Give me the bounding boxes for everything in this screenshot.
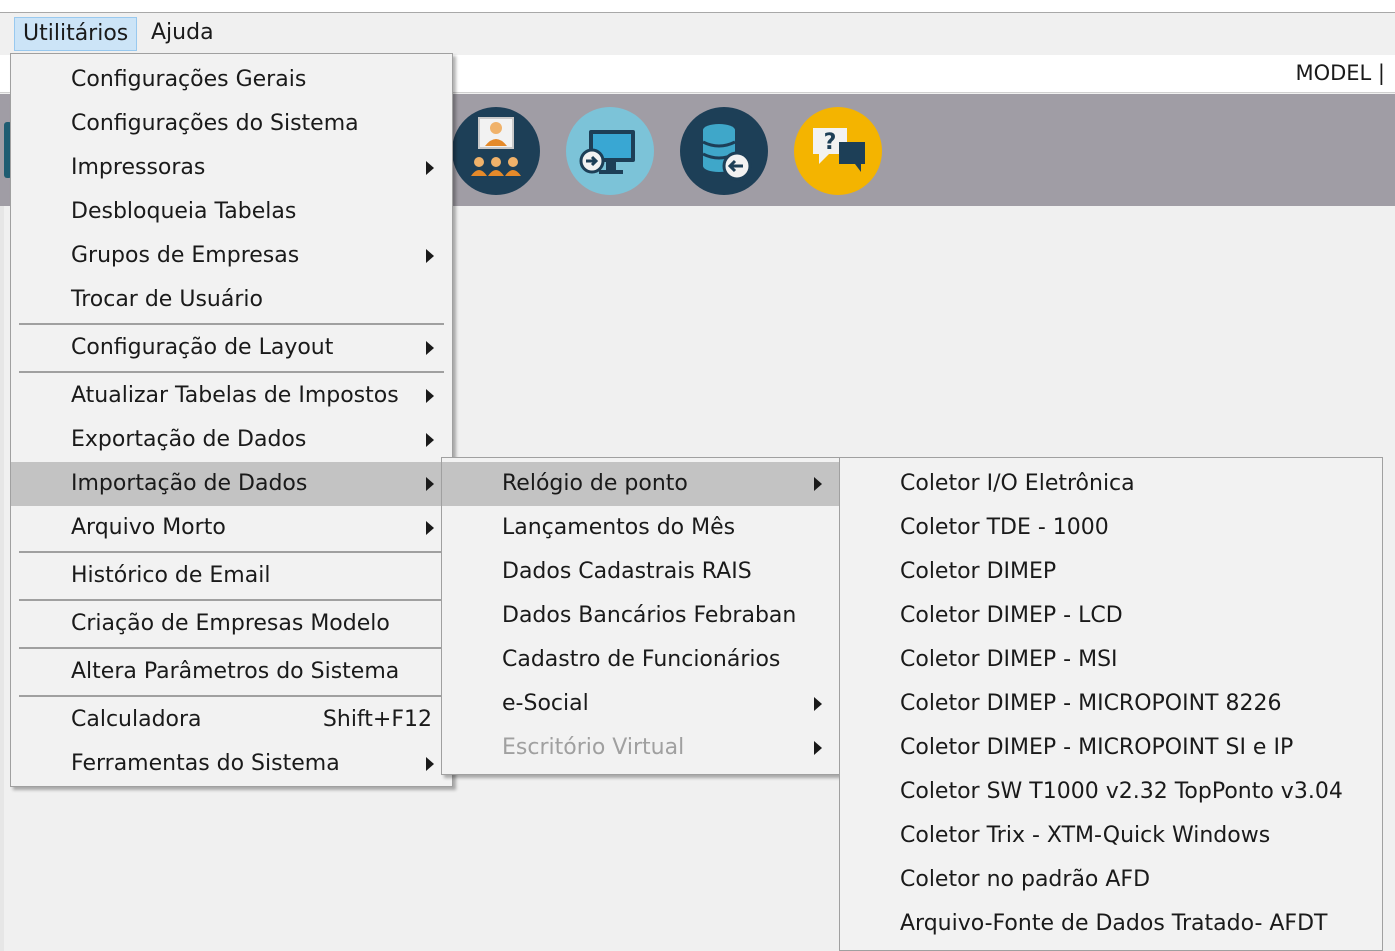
menu-item-arquivo-afdt[interactable]: Arquivo-Fonte de Dados Tratado- AFDT — [840, 902, 1382, 946]
menu-item-configuracoes-sistema[interactable]: Configurações do Sistema — [11, 102, 452, 146]
menu-item-label: Atualizar Tabelas de Impostos — [71, 383, 399, 408]
menu-item-label: Configurações do Sistema — [71, 111, 359, 136]
menu-item-importacao-dados[interactable]: Importação de Dados — [11, 462, 452, 506]
submenu-arrow-icon — [426, 341, 434, 355]
menu-item-coletor-micropoint-si-ip[interactable]: Coletor DIMEP - MICROPOINT SI e IP — [840, 726, 1382, 770]
submenu-arrow-icon — [426, 477, 434, 491]
menu-item-label: Escritório Virtual — [502, 735, 685, 760]
menu-item-label: Arquivo Morto — [71, 515, 226, 540]
menu-item-configuracoes-gerais[interactable]: Configurações Gerais — [11, 58, 452, 102]
menu-item-label: Impressoras — [71, 155, 206, 180]
menu-item-exportacao-dados[interactable]: Exportação de Dados — [11, 418, 452, 462]
menu-item-cadastro-funcionarios[interactable]: Cadastro de Funcionários — [442, 638, 840, 682]
menu-item-dados-febraban[interactable]: Dados Bancários Febraban — [442, 594, 840, 638]
menu-item-altera-parametros[interactable]: Altera Parâmetros do Sistema — [11, 650, 452, 694]
menu-item-coletor-dimep[interactable]: Coletor DIMEP — [840, 550, 1382, 594]
submenu-arrow-icon — [426, 249, 434, 263]
menu-item-label: Desbloqueia Tabelas — [71, 199, 297, 224]
menu-item-label: Coletor SW T1000 v2.32 TopPonto v3.04 — [900, 779, 1343, 804]
menu-item-arquivo-morto[interactable]: Arquivo Morto — [11, 506, 452, 550]
menu-item-label: Coletor DIMEP — [900, 559, 1057, 584]
submenu-arrow-icon — [814, 697, 822, 711]
menu-item-label: Histórico de Email — [71, 563, 271, 588]
submenu-arrow-icon — [426, 521, 434, 535]
menubar-utilitarios[interactable]: Utilitários — [14, 17, 138, 51]
menu-item-label: Configurações Gerais — [71, 67, 307, 92]
menu-item-historico-email[interactable]: Histórico de Email — [11, 554, 452, 598]
menu-item-label: Lançamentos do Mês — [502, 515, 736, 540]
menu-item-configuracao-layout[interactable]: Configuração de Layout — [11, 326, 452, 370]
menu-item-label: Coletor DIMEP - MICROPOINT SI e IP — [900, 735, 1294, 760]
menu-item-dados-rais[interactable]: Dados Cadastrais RAIS — [442, 550, 840, 594]
window-left-edge — [0, 206, 4, 951]
menu-item-label: Ferramentas do Sistema — [71, 751, 340, 776]
svg-text:?: ? — [824, 130, 837, 155]
menu-item-grupos-empresas[interactable]: Grupos de Empresas — [11, 234, 452, 278]
menu-item-atualizar-tabelas-impostos[interactable]: Atualizar Tabelas de Impostos — [11, 374, 452, 418]
menu-item-label: Coletor TDE - 1000 — [900, 515, 1109, 540]
menu-item-coletor-io[interactable]: Coletor I/O Eletrônica — [840, 462, 1382, 506]
menu-item-label: Dados Bancários Febraban — [502, 603, 797, 628]
menu-item-label: Importação de Dados — [71, 471, 308, 496]
menu-item-label: Coletor DIMEP - LCD — [900, 603, 1123, 628]
importacao-submenu: Relógio de ponto Lançamentos do Mês Dado… — [441, 457, 841, 775]
menu-item-coletor-tde[interactable]: Coletor TDE - 1000 — [840, 506, 1382, 550]
menu-item-label: Dados Cadastrais RAIS — [502, 559, 752, 584]
menu-item-coletor-trix[interactable]: Coletor Trix - XTM-Quick Windows — [840, 814, 1382, 858]
submenu-arrow-icon — [426, 161, 434, 175]
users-icon[interactable] — [451, 106, 541, 196]
menu-item-escritorio-virtual: Escritório Virtual — [442, 726, 840, 770]
menu-item-label: Grupos de Empresas — [71, 243, 300, 268]
submenu-arrow-icon — [426, 389, 434, 403]
menu-item-label: Calculadora — [71, 707, 202, 732]
model-label: MODEL | — [1295, 61, 1385, 85]
menu-item-coletor-micropoint-8226[interactable]: Coletor DIMEP - MICROPOINT 8226 — [840, 682, 1382, 726]
menu-item-coletor-dimep-msi[interactable]: Coletor DIMEP - MSI — [840, 638, 1382, 682]
database-restore-icon[interactable] — [679, 106, 769, 196]
menu-item-ferramentas-sistema[interactable]: Ferramentas do Sistema — [11, 742, 452, 786]
menu-item-trocar-usuario[interactable]: Trocar de Usuário — [11, 278, 452, 322]
menu-item-criacao-empresas-modelo[interactable]: Criação de Empresas Modelo — [11, 602, 452, 646]
window-top-edge — [0, 0, 1395, 13]
menu-item-coletor-dimep-lcd[interactable]: Coletor DIMEP - LCD — [840, 594, 1382, 638]
menu-item-label: Cadastro de Funcionários — [502, 647, 781, 672]
help-chat-icon[interactable]: ? — [793, 106, 883, 196]
menu-item-desbloqueia-tabelas[interactable]: Desbloqueia Tabelas — [11, 190, 452, 234]
remote-desktop-icon[interactable] — [565, 106, 655, 196]
relogio-ponto-submenu: Coletor I/O Eletrônica Coletor TDE - 100… — [839, 457, 1383, 951]
menu-item-label: Exportação de Dados — [71, 427, 307, 452]
menu-item-label: Configuração de Layout — [71, 335, 334, 360]
menu-item-impressoras[interactable]: Impressoras — [11, 146, 452, 190]
menu-item-coletor-sw-t1000[interactable]: Coletor SW T1000 v2.32 TopPonto v3.04 — [840, 770, 1382, 814]
menu-item-label: Coletor DIMEP - MICROPOINT 8226 — [900, 691, 1282, 716]
menu-item-calculadora[interactable]: Calculadora Shift+F12 — [11, 698, 452, 742]
menu-item-relogio-ponto[interactable]: Relógio de ponto — [442, 462, 840, 506]
menu-item-label: Relógio de ponto — [502, 471, 688, 496]
menu-item-label: Coletor DIMEP - MSI — [900, 647, 1118, 672]
menu-item-label: Criação de Empresas Modelo — [71, 611, 390, 636]
submenu-arrow-icon — [426, 757, 434, 771]
menubar-ajuda[interactable]: Ajuda — [143, 17, 222, 51]
menu-item-shortcut: Shift+F12 — [322, 707, 432, 732]
menu-item-label: Coletor no padrão AFD — [900, 867, 1151, 892]
menu-item-label: Arquivo-Fonte de Dados Tratado- AFDT — [900, 911, 1328, 936]
submenu-arrow-icon — [814, 477, 822, 491]
menu-item-label: Trocar de Usuário — [71, 287, 263, 312]
menu-bar: Utilitários Ajuda — [0, 13, 1395, 53]
submenu-arrow-icon — [426, 433, 434, 447]
menu-item-label: e-Social — [502, 691, 589, 716]
menu-item-e-social[interactable]: e-Social — [442, 682, 840, 726]
utilitarios-menu: Configurações Gerais Configurações do Si… — [10, 53, 453, 787]
menu-item-lancamentos-mes[interactable]: Lançamentos do Mês — [442, 506, 840, 550]
menu-item-label: Altera Parâmetros do Sistema — [71, 659, 400, 684]
submenu-arrow-icon — [814, 741, 822, 755]
menu-item-label: Coletor I/O Eletrônica — [900, 471, 1135, 496]
menu-item-coletor-afd[interactable]: Coletor no padrão AFD — [840, 858, 1382, 902]
menu-item-label: Coletor Trix - XTM-Quick Windows — [900, 823, 1271, 848]
